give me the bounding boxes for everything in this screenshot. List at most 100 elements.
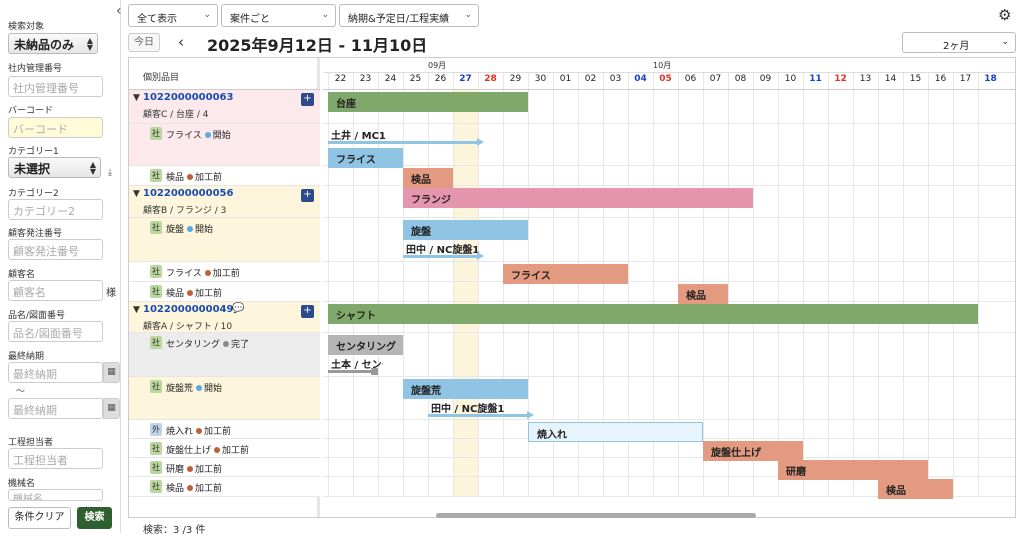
- schedule-bar[interactable]: 旋盤仕上げ: [703, 441, 803, 461]
- process-status: 完了: [231, 340, 250, 350]
- clear-conditions-button[interactable]: 条件クリア: [8, 507, 71, 529]
- date-mode-dropdown[interactable]: 納期&予定日/工程実績 ⌄: [339, 4, 479, 27]
- internal-no-input[interactable]: 社内管理番号: [8, 76, 103, 97]
- project-row[interactable]: ▼ 1022000000056 顧客B / フランジ / 3 +: [129, 186, 320, 218]
- row-gridline: [323, 217, 1015, 218]
- expand-triangle-icon[interactable]: ▼: [133, 305, 140, 315]
- gear-icon[interactable]: ⚙: [998, 6, 1011, 24]
- actual-label: 土井 / MC1: [331, 131, 386, 142]
- show-all-dropdown[interactable]: 全て表示 ⌄: [128, 4, 218, 27]
- process-label: フライス: [166, 269, 202, 279]
- project-id-link[interactable]: 1022000000063: [143, 92, 233, 103]
- schedule-bar[interactable]: フライス: [328, 148, 403, 168]
- actual-progress-arrow: [403, 252, 484, 260]
- process-row[interactable]: 社研磨 加工前: [129, 458, 320, 477]
- add-process-button[interactable]: +: [301, 189, 314, 202]
- customer-order-input[interactable]: 顧客発注番号: [8, 239, 103, 260]
- horizontal-scrollbar[interactable]: [436, 513, 756, 518]
- day-gridline: [503, 73, 504, 497]
- customer-order-label: 顧客発注番号: [8, 229, 63, 239]
- arrow-head-icon: [477, 138, 484, 146]
- day-gridline: [953, 73, 954, 497]
- chevron-down-icon: ⌄: [1001, 37, 1009, 47]
- schedule-bar[interactable]: 検品: [678, 284, 728, 304]
- schedule-bar[interactable]: 台座: [328, 92, 528, 112]
- category2-label: カテゴリー2: [8, 189, 59, 199]
- process-row[interactable]: 社フライス 加工前: [129, 262, 320, 282]
- worker-input[interactable]: 工程担当者: [8, 448, 103, 469]
- actual-progress-arrow: [328, 138, 484, 146]
- calendar-icon[interactable]: ▦: [103, 398, 120, 419]
- project-id-link[interactable]: 1022000000049: [143, 304, 233, 315]
- row-gridline: [323, 165, 1015, 166]
- schedule-bar[interactable]: 旋盤: [403, 220, 528, 240]
- category1-select[interactable]: 未選択 ▲ ▼: [8, 157, 101, 178]
- day-label: 15: [909, 74, 922, 84]
- project-subtitle: 顧客C / 台座 / 4: [143, 110, 209, 120]
- schedule-bar[interactable]: 旋盤荒: [403, 379, 528, 399]
- day-label: 02: [584, 74, 597, 84]
- schedule-bar[interactable]: フライス: [503, 264, 628, 284]
- process-kind-badge: 社: [150, 285, 162, 298]
- expand-triangle-icon[interactable]: ▼: [133, 189, 140, 199]
- machine-input[interactable]: 機械名: [8, 489, 103, 501]
- schedule-bar[interactable]: フランジ: [403, 188, 753, 208]
- process-row[interactable]: 社検品 加工前: [129, 282, 320, 302]
- schedule-bar[interactable]: 研磨: [778, 460, 928, 480]
- due-from-input[interactable]: 最終納期: [8, 362, 103, 383]
- schedule-bar[interactable]: 検品: [878, 479, 953, 499]
- comment-icon[interactable]: 💬: [232, 303, 244, 314]
- today-button[interactable]: 今日: [128, 33, 160, 52]
- process-status: 加工前: [195, 289, 223, 299]
- group-by-dropdown[interactable]: 案件ごと ⌄: [221, 4, 336, 27]
- filter-sidebar: ‹ 検索対象 未納品のみ ▲ ▼ 社内管理番号 社内管理番号 バーコード バーコード…: [0, 0, 122, 533]
- sort-down-icon[interactable]: ⤓: [108, 168, 112, 178]
- process-row[interactable]: 社フライス 開始: [129, 124, 320, 166]
- day-label: 08: [734, 74, 747, 84]
- schedule-bar[interactable]: 検品: [403, 168, 453, 188]
- schedule-bar[interactable]: 焼入れ: [528, 422, 703, 442]
- day-label: 09: [759, 74, 772, 84]
- item-list-pane: 個別品目 ▼ 1022000000063 顧客C / 台座 / 4 + 社フライス 開始社…: [129, 58, 320, 517]
- process-kind-badge: 社: [150, 480, 162, 493]
- process-row[interactable]: 外焼入れ 加工前: [129, 420, 320, 439]
- project-row[interactable]: ▼ 1022000000063 顧客C / 台座 / 4 +: [129, 90, 320, 124]
- project-id-link[interactable]: 1022000000056: [143, 188, 233, 199]
- calendar-icon[interactable]: ▦: [103, 362, 120, 383]
- collapse-sidebar-icon[interactable]: ‹: [116, 3, 122, 19]
- due-to-input[interactable]: 最終納期: [8, 398, 103, 419]
- drawing-input[interactable]: 品名/図面番号: [8, 321, 103, 342]
- schedule-bar[interactable]: センタリング: [328, 335, 403, 355]
- search-result-count: 検索：3 /3 件: [143, 525, 206, 536]
- row-gridline: [323, 419, 1015, 420]
- next-period-icon[interactable]: ›: [419, 33, 425, 51]
- search-target-select[interactable]: 未納品のみ ▲ ▼: [8, 33, 98, 54]
- status-dot: [196, 428, 203, 434]
- day-label: 01: [559, 74, 572, 84]
- process-label: 検品: [166, 173, 185, 183]
- search-button[interactable]: 検索: [77, 507, 112, 529]
- process-status: 開始: [212, 131, 231, 141]
- category2-input[interactable]: カテゴリー2: [8, 199, 103, 220]
- project-row[interactable]: ▼ 1022000000049 顧客A / シャフト / 10 + 💬: [129, 302, 320, 333]
- expand-triangle-icon[interactable]: ▼: [133, 93, 140, 103]
- status-dot: [187, 485, 194, 491]
- process-row[interactable]: 社旋盤仕上げ 加工前: [129, 439, 320, 458]
- customer-input[interactable]: 顧客名: [8, 280, 103, 301]
- process-row[interactable]: 社旋盤 開始: [129, 218, 320, 262]
- barcode-input[interactable]: バーコード: [8, 117, 103, 138]
- process-status: 加工前: [204, 427, 232, 437]
- process-row[interactable]: 社旋盤荒 開始: [129, 377, 320, 420]
- process-row[interactable]: 社検品 加工前: [129, 477, 320, 497]
- add-process-button[interactable]: +: [301, 305, 314, 318]
- prev-period-icon[interactable]: ‹: [178, 33, 184, 51]
- day-gridline: [903, 73, 904, 497]
- process-kind-badge: 社: [150, 380, 162, 393]
- schedule-bar[interactable]: シャフト: [328, 304, 978, 324]
- process-name: 検品 加工前: [166, 286, 222, 299]
- add-process-button[interactable]: +: [301, 93, 314, 106]
- process-label: 検品: [166, 484, 185, 494]
- period-select[interactable]: 2ヶ月 ⌄: [902, 32, 1016, 53]
- process-row[interactable]: 社検品 加工前: [129, 166, 320, 186]
- process-row[interactable]: 社センタリング 完了: [129, 333, 320, 377]
